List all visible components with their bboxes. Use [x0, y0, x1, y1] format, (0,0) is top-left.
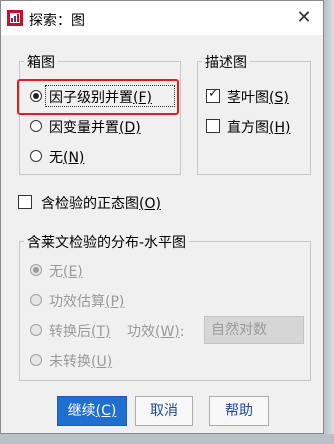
power-estimation-radio[interactable]	[30, 294, 42, 306]
boxplot-dependents-label[interactable]: 因变量并置(D)	[49, 117, 141, 137]
cancel-button[interactable]: 取消	[135, 396, 193, 426]
power-select[interactable]: 自然对数	[204, 316, 304, 344]
boxplot-factor-levels-label[interactable]: 因子级别并置(F)	[49, 87, 152, 107]
stem-leaf-label[interactable]: 茎叶图(S)	[227, 87, 289, 107]
levene-none-radio[interactable]	[30, 264, 42, 276]
help-button[interactable]: 帮助	[209, 396, 269, 426]
boxplot-legend: 箱图	[24, 52, 58, 72]
window-title: 探索：图	[29, 13, 85, 29]
boxplot-none-radio[interactable]	[30, 150, 42, 162]
background-window-edge	[324, 0, 334, 444]
untransformed-radio[interactable]	[30, 354, 42, 366]
histogram-label[interactable]: 直方图(H)	[227, 117, 290, 137]
normality-plots-label[interactable]: 含检验的正态图(O)	[41, 193, 161, 213]
histogram-checkbox[interactable]	[206, 119, 220, 133]
title-bar: 探索：图 ✕	[1, 1, 323, 35]
untransformed-label: 未转换(U)	[49, 354, 113, 370]
stem-leaf-checkbox[interactable]: ✓	[206, 86, 220, 103]
normality-plots-checkbox[interactable]	[18, 195, 32, 209]
boxplot-none-label[interactable]: 无(N)	[49, 147, 84, 167]
descriptive-legend: 描述图	[202, 52, 250, 72]
close-icon[interactable]: ✕	[293, 7, 315, 29]
transformed-radio[interactable]	[30, 324, 42, 336]
levene-none-label: 无(E)	[49, 264, 83, 280]
spread-vs-level-legend: 含莱文检验的分布-水平图	[24, 232, 190, 252]
power-estimation-label: 功效估算(P)	[49, 294, 125, 310]
explore-plots-dialog: 探索：图 ✕ 箱图 因子级别并置(F) 因变量并置(D) 无(N) 描述图 ✓ …	[0, 0, 324, 434]
power-label: 功效(W):	[127, 324, 185, 340]
app-icon	[7, 10, 23, 26]
checkmark-icon: ✓	[208, 86, 219, 101]
transformed-label: 转换后(T)	[49, 324, 111, 340]
background-window-edge-bottom	[0, 434, 334, 444]
continue-button[interactable]: 继续(C)	[57, 396, 127, 426]
boxplot-factor-levels-radio[interactable]	[30, 90, 42, 102]
boxplot-dependents-radio[interactable]	[30, 120, 42, 132]
